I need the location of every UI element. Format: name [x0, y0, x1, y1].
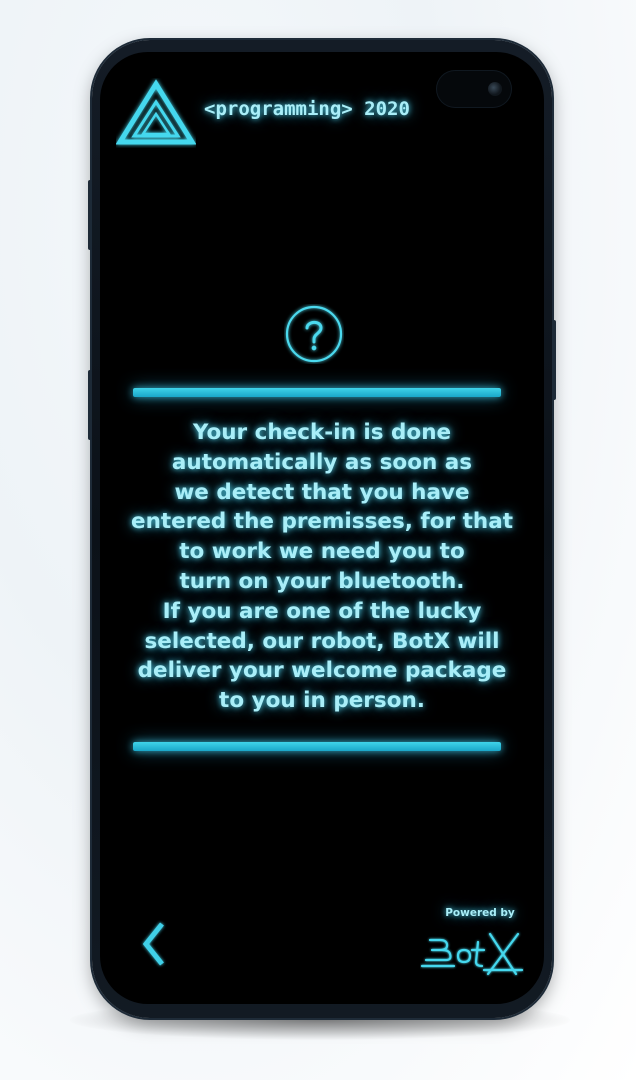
message-line: deliver your welcome package: [137, 658, 507, 684]
chevron-left-icon[interactable]: [140, 920, 170, 968]
message-line: Your check-in is done: [192, 420, 452, 445]
bottom-divider: [133, 742, 501, 751]
botx-logo: [420, 932, 524, 976]
side-button-left-top: [88, 180, 92, 250]
app-title: <programming> 2020: [204, 98, 410, 120]
question-mark-icon[interactable]: [284, 304, 344, 364]
message-line: we detect that you have: [174, 479, 470, 505]
message-line: to work we need you to: [179, 539, 465, 565]
powered-by-label: Powered by: [445, 907, 515, 919]
message-line: If you are one of the lucky: [162, 598, 482, 624]
message-line: turn on your bluetooth.: [179, 568, 465, 594]
camera-lens: [488, 82, 502, 96]
side-button-left-bottom: [88, 370, 92, 440]
message-line: automatically as soon as: [171, 449, 473, 475]
app-screen: <programming> 2020 Your check-in is done…: [100, 52, 544, 1004]
top-divider: [133, 388, 501, 397]
message-line: selected, our robot, BotX will: [144, 628, 500, 654]
message-line: to you in person.: [219, 688, 425, 714]
triangle-logo-icon: [116, 79, 196, 145]
message-line: entered the premisses, for that: [130, 509, 513, 535]
front-camera: [436, 70, 512, 108]
side-button-right: [552, 320, 556, 400]
bluetooth-info-message: Your check-in is done automatically as s…: [112, 418, 532, 716]
